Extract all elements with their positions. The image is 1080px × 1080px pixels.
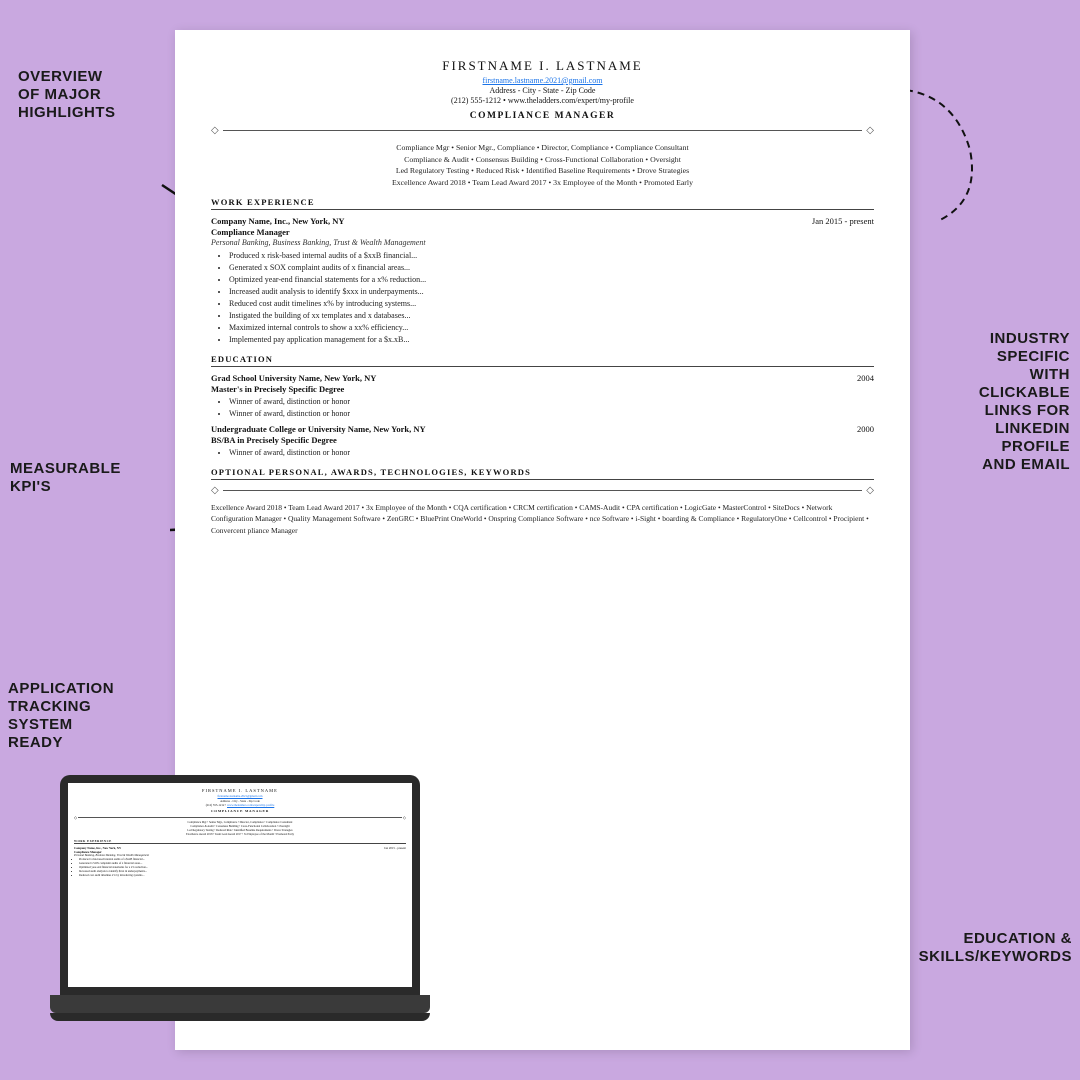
- edu-2-year: 2000: [857, 424, 874, 434]
- optional-keywords: Excellence Award 2018 • Team Lead Award …: [211, 502, 874, 537]
- mini-keywords: Compliance Mgr • Senior Mgr., Compliance…: [74, 821, 406, 837]
- mini-title: COMPLIANCE MANAGER: [74, 809, 406, 813]
- mini-address: Address - City - State - Zip Code: [74, 799, 406, 803]
- job-1-bullets: Produced x risk-based internal audits of…: [211, 250, 874, 346]
- mini-bullets: Produced x risk-based internal audits of…: [74, 858, 406, 878]
- mini-job-subtitle: Personal Banking, Business Banking, Trus…: [74, 854, 406, 857]
- diamond-left: ◇: [211, 125, 219, 136]
- mini-contact: (212) 555-1212 • www.theladders.com/expe…: [74, 803, 406, 807]
- bullet-4: Increased audit analysis to identify $xx…: [229, 286, 874, 298]
- optional-diamond-right: ◇: [866, 485, 874, 496]
- annotation-ats: APPLICATION TRACKING SYSTEM READY: [8, 680, 168, 752]
- edu-2-school: Undergraduate College or University Name…: [211, 424, 426, 434]
- edu-1-bullet-2: Winner of award, distinction or honor: [229, 408, 874, 420]
- job-1-date: Jan 2015 - present: [812, 216, 874, 226]
- mini-resume-name: FIRSTNAME I. LASTNAME: [74, 788, 406, 793]
- edu-1-header: Grad School University Name, New York, N…: [211, 373, 874, 383]
- edu-1-bullets: Winner of award, distinction or honor Wi…: [211, 396, 874, 420]
- bullet-1: Produced x risk-based internal audits of…: [229, 250, 874, 262]
- mini-email[interactable]: firstname.lastname.2021@gmail.com: [74, 794, 406, 798]
- resume-title-section: COMPLIANCE MANAGER: [211, 111, 874, 121]
- annotation-overview: OVERVIEW OF MAJOR HIGHLIGHTS: [18, 68, 163, 122]
- laptop-screen-outer: FIRSTNAME I. LASTNAME firstname.lastname…: [60, 775, 420, 995]
- edu-2-degree: BS/BA in Precisely Specific Degree: [211, 435, 874, 445]
- annotation-education: EDUCATION & SKILLS/KEYWORDS: [907, 930, 1072, 966]
- diamond-right: ◇: [866, 125, 874, 136]
- resume-name: FIRSTNAME I. LASTNAME: [211, 58, 874, 74]
- annotation-industry: INDUSTRY SPECIFIC WITH CLICKABLE LINKS F…: [905, 330, 1070, 474]
- edu-1-school: Grad School University Name, New York, N…: [211, 373, 376, 383]
- optional-header: OPTIONAL PERSONAL, AWARDS, TECHNOLOGIES,…: [211, 467, 874, 480]
- resume-email-link[interactable]: firstname.lastname.2021@gmail.com: [211, 76, 874, 85]
- bullet-2: Generated x SOX complaint audits of x fi…: [229, 262, 874, 274]
- bullet-5: Reduced cost audit timelines x% by intro…: [229, 298, 874, 310]
- keywords-block: Compliance Mgr • Senior Mgr., Compliance…: [211, 142, 874, 189]
- edu-1-year: 2004: [857, 373, 874, 383]
- laptop-mockup: FIRSTNAME I. LASTNAME firstname.lastname…: [50, 775, 430, 1045]
- optional-diamond-left: ◇: [211, 485, 219, 496]
- annotation-measurable: MEASURABLE KPI'S: [10, 460, 170, 496]
- mini-job-title: Compliance Manager: [74, 850, 406, 854]
- bullet-8: Implemented pay application management f…: [229, 334, 874, 346]
- optional-divider: ◇ ◇: [211, 485, 874, 496]
- laptop-screen-inner: FIRSTNAME I. LASTNAME firstname.lastname…: [68, 783, 412, 987]
- mini-divider: ◇◇: [74, 815, 406, 820]
- work-experience-header: WORK EXPERIENCE: [211, 197, 874, 210]
- edu-2-bullet-1: Winner of award, distinction or honor: [229, 447, 874, 459]
- bullet-6: Instigated the building of xx templates …: [229, 310, 874, 322]
- optional-line: [223, 490, 863, 491]
- title-divider: ◇ ◇: [211, 125, 874, 136]
- bullet-7: Maximized internal controls to show a xx…: [229, 322, 874, 334]
- divider-line-left: [223, 130, 863, 131]
- job-1-company: Company Name, Inc., New York, NY: [211, 216, 345, 226]
- job-1-title: Compliance Manager: [211, 227, 874, 237]
- edu-1-bullet-1: Winner of award, distinction or honor: [229, 396, 874, 408]
- education-header: EDUCATION: [211, 354, 874, 367]
- mini-work-header: WORK EXPERIENCE: [74, 839, 406, 845]
- resume-address: Address - City - State - Zip Code: [211, 86, 874, 95]
- job-1-header: Company Name, Inc., New York, NY Jan 201…: [211, 216, 874, 226]
- edu-1-degree: Master's in Precisely Specific Degree: [211, 384, 874, 394]
- edu-2-bullets: Winner of award, distinction or honor: [211, 447, 874, 459]
- laptop-foot: [50, 1013, 430, 1021]
- job-1-subtitle: Personal Banking, Business Banking, Trus…: [211, 238, 874, 247]
- resume-title: COMPLIANCE MANAGER: [211, 111, 874, 121]
- resume-contact: (212) 555-1212 • www.theladders.com/expe…: [211, 96, 874, 105]
- laptop-base: [50, 995, 430, 1013]
- bullet-3: Optimized year-end financial statements …: [229, 274, 874, 286]
- edu-2-header: Undergraduate College or University Name…: [211, 424, 874, 434]
